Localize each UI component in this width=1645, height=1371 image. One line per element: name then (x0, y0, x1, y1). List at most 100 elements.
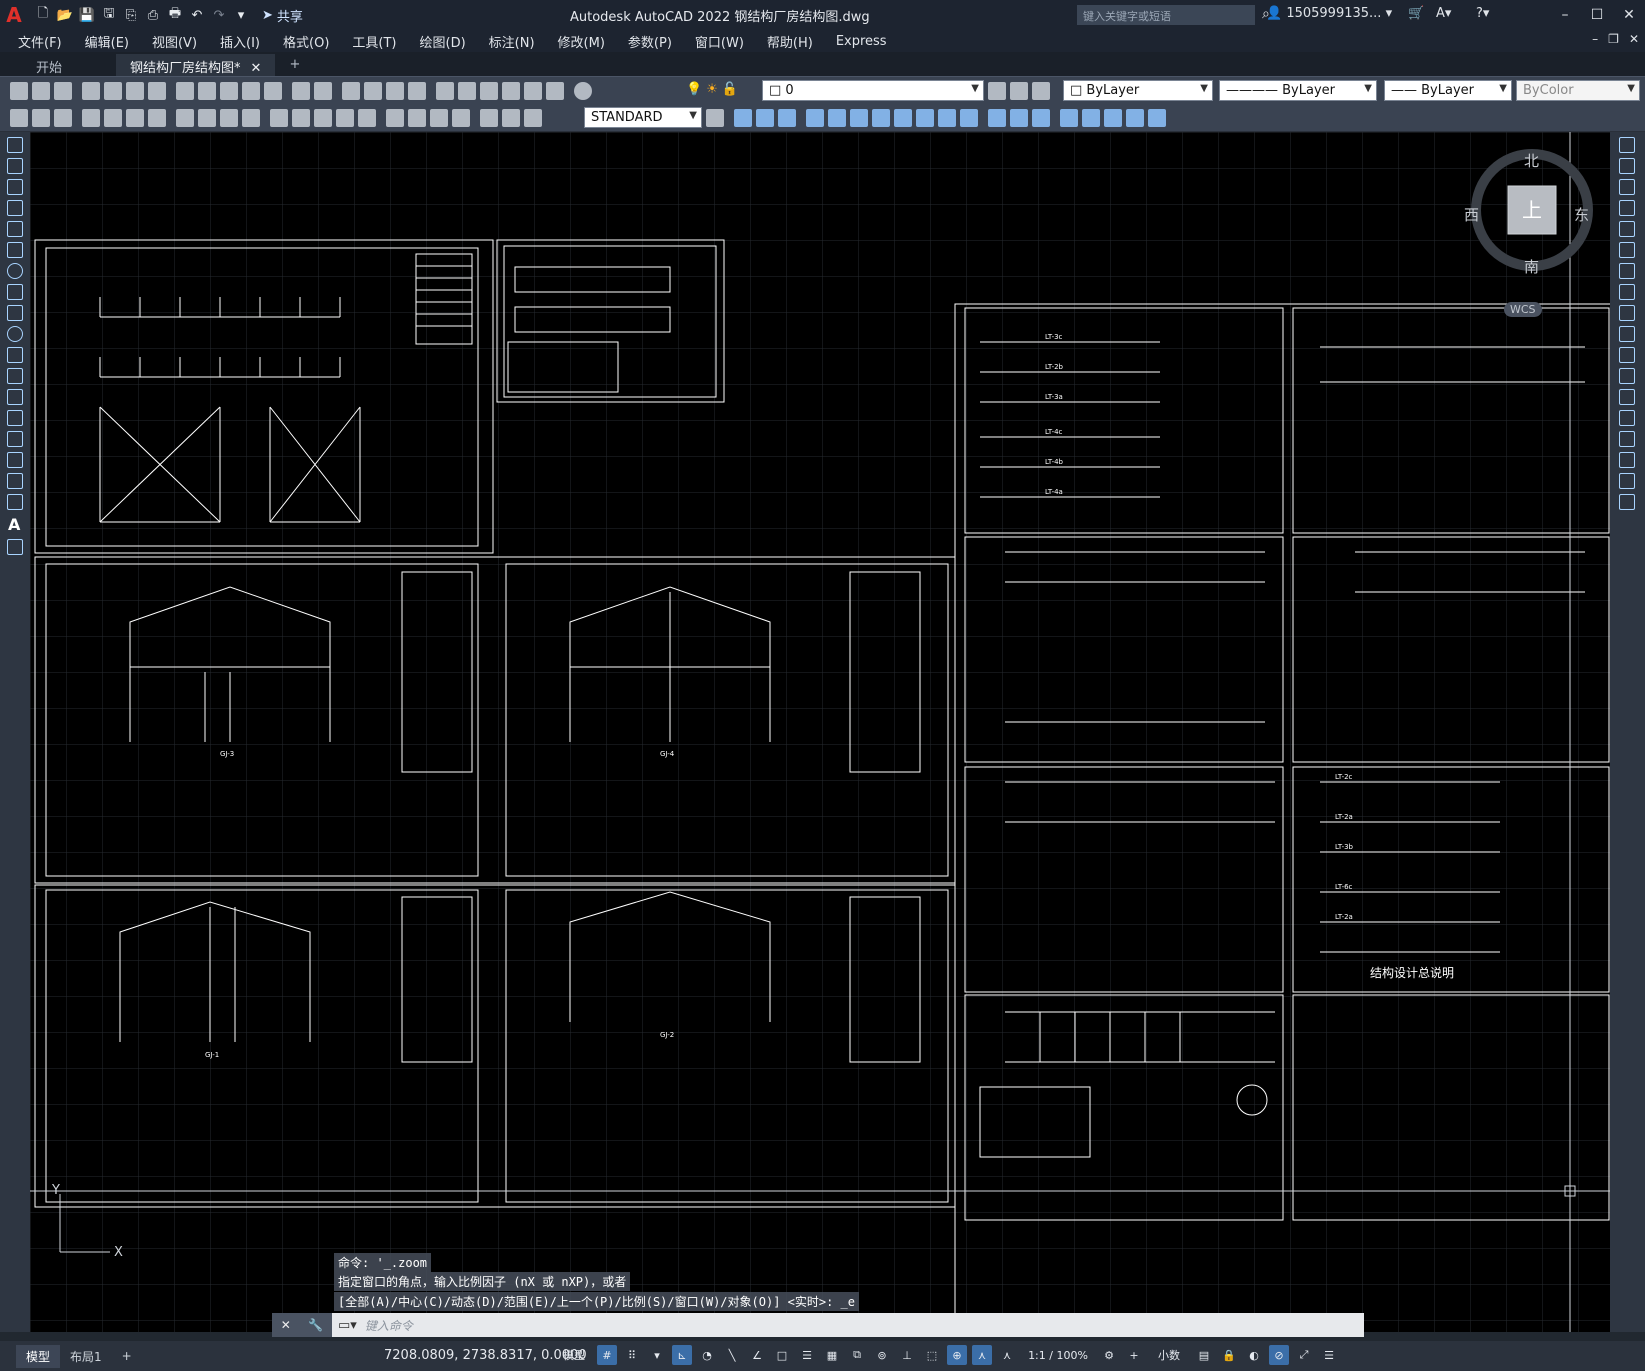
region-icon[interactable] (7, 473, 23, 489)
spline-icon[interactable] (7, 305, 23, 321)
workspace-gear-icon[interactable]: ⚙ (1099, 1345, 1119, 1365)
isolate-objects-icon[interactable]: ◐ (1244, 1345, 1264, 1365)
open-web-icon[interactable]: ⎘ (122, 6, 140, 24)
extend-icon[interactable] (916, 109, 934, 127)
linetype-dropdown[interactable]: ———— ByLayer ▼ (1219, 80, 1377, 101)
model-tab[interactable]: 模型 (16, 1344, 61, 1368)
view-back-icon[interactable] (756, 109, 774, 127)
isodraft-icon[interactable]: ╲ (722, 1345, 742, 1365)
inspection-icon[interactable] (430, 109, 448, 127)
menu-insert[interactable]: 插入(I) (220, 32, 260, 51)
new-tab-button[interactable]: + (275, 54, 314, 76)
clean-screen-icon[interactable]: ⤢ (1294, 1345, 1314, 1365)
publish-icon[interactable] (126, 82, 144, 100)
gizmo-icon[interactable]: ⊕ (947, 1345, 967, 1365)
join-icon[interactable] (1060, 109, 1078, 127)
tolerance-icon[interactable] (386, 109, 404, 127)
rectangle-icon[interactable] (7, 221, 23, 237)
dim-ordinate-icon[interactable] (148, 109, 166, 127)
customize-icon[interactable]: ▾ (232, 6, 250, 24)
autodesk-app-icon[interactable]: A▾ (1436, 6, 1451, 21)
dim-aligned-icon[interactable] (104, 109, 122, 127)
redo-icon[interactable]: ↷ (210, 6, 228, 24)
layer-walk-icon[interactable] (54, 109, 72, 127)
undo-icon[interactable]: ↶ (188, 6, 206, 24)
lock-icon[interactable]: 🔓 (722, 82, 738, 97)
menu-modify[interactable]: 修改(M) (558, 32, 605, 51)
match-prop-icon[interactable] (242, 82, 260, 100)
ellipse-icon[interactable] (7, 326, 23, 342)
app-menu-button[interactable]: A (0, 0, 28, 30)
customization-icon[interactable]: ☰ (1319, 1345, 1339, 1365)
stretch-icon[interactable] (1619, 305, 1635, 321)
dim-update-icon[interactable] (524, 109, 542, 127)
menu-window[interactable]: 窗口(W) (695, 32, 744, 51)
extend-icon[interactable] (1619, 347, 1635, 363)
annotation-monitor-icon[interactable]: + (1124, 1345, 1144, 1365)
annotation-visibility-icon[interactable]: ⋏ (972, 1345, 992, 1365)
search-input[interactable]: 键入关键字或短语 (1077, 5, 1255, 25)
quick-properties-icon[interactable]: ▤ (1194, 1345, 1214, 1365)
dim-style-manager-icon[interactable] (706, 109, 724, 127)
dim-space-icon[interactable] (336, 109, 354, 127)
workspace-icon[interactable] (10, 109, 28, 127)
close-icon[interactable]: ✕ (281, 1318, 291, 1332)
compass-south[interactable]: 南 (1524, 256, 1539, 277)
osnap-icon[interactable]: □ (772, 1345, 792, 1365)
plot-icon[interactable] (82, 82, 100, 100)
make-block-icon[interactable] (7, 389, 23, 405)
menu-draw[interactable]: 绘图(D) (420, 32, 466, 51)
minimize-button[interactable]: – (1549, 0, 1581, 30)
lineweight-dropdown[interactable]: —— ByLayer ▼ (1384, 80, 1512, 101)
doc-minimize-button[interactable]: – (1592, 32, 1598, 46)
dimstyle-dropdown[interactable]: STANDARD ▼ (584, 107, 702, 128)
tab-start[interactable]: 开始 (22, 54, 76, 76)
properties-icon[interactable] (436, 82, 454, 100)
doc-restore-button[interactable]: ❐ (1608, 32, 1619, 46)
zoom-realtime-icon[interactable] (364, 82, 382, 100)
calc-icon[interactable] (546, 82, 564, 100)
dimstyle-icon[interactable] (32, 109, 50, 127)
grid-icon[interactable]: # (597, 1345, 617, 1365)
command-input[interactable]: 键入命令 (365, 1317, 413, 1334)
menu-dimension[interactable]: 标注(N) (489, 32, 535, 51)
erase-icon[interactable] (1619, 137, 1635, 153)
dim-continue-icon[interactable] (314, 109, 332, 127)
tab-drawing[interactable]: 钢结构厂房结构图* ✕ (116, 54, 276, 76)
doc-close-button[interactable]: ✕ (1629, 32, 1639, 46)
selection-cycling-icon[interactable]: ⧉ (847, 1345, 867, 1365)
menu-help[interactable]: 帮助(H) (767, 32, 813, 51)
selection-filter-icon[interactable]: ⬚ (922, 1345, 942, 1365)
open-icon[interactable] (32, 82, 50, 100)
drawing-canvas[interactable]: Y X 结构设计总说明 LT-3c LT-2b LT-3a LT-4c LT-4… (30, 132, 1620, 1358)
osnap-tracking-icon[interactable]: ∠ (747, 1345, 767, 1365)
explode-icon[interactable] (1104, 109, 1122, 127)
cart-icon[interactable]: 🛒 (1408, 6, 1424, 21)
break-at-point-icon[interactable] (1619, 368, 1635, 384)
table-icon[interactable] (7, 494, 23, 510)
chamfer-icon[interactable] (1619, 431, 1635, 447)
polar-icon[interactable]: ◔ (697, 1345, 717, 1365)
saveas-icon[interactable]: 🖫 (100, 6, 118, 24)
polyline-icon[interactable] (7, 179, 23, 195)
line-icon[interactable] (7, 137, 23, 153)
center-mark-icon[interactable] (408, 109, 426, 127)
pan-icon[interactable] (342, 82, 360, 100)
auto-scale-icon[interactable]: ⋏ (997, 1345, 1017, 1365)
command-prompt-icon[interactable]: ▭▾ (338, 1318, 357, 1333)
user-account[interactable]: 👤 1505999135... ▾ (1266, 6, 1392, 21)
copy-icon[interactable] (1619, 158, 1635, 174)
join-icon[interactable] (1619, 410, 1635, 426)
dim-baseline-icon[interactable] (292, 109, 310, 127)
erase-icon[interactable] (1148, 109, 1166, 127)
help-icon[interactable] (574, 82, 592, 100)
menu-parametric[interactable]: 参数(P) (628, 32, 672, 51)
array-icon[interactable] (938, 109, 956, 127)
circle-icon[interactable] (7, 263, 23, 279)
mirror-icon[interactable] (1126, 109, 1144, 127)
jogged-linear-icon[interactable] (452, 109, 470, 127)
dim-linear-icon[interactable] (82, 109, 100, 127)
move-icon[interactable] (806, 109, 824, 127)
ellipse-arc-icon[interactable] (7, 347, 23, 363)
open-icon[interactable]: 📂 (56, 6, 74, 24)
